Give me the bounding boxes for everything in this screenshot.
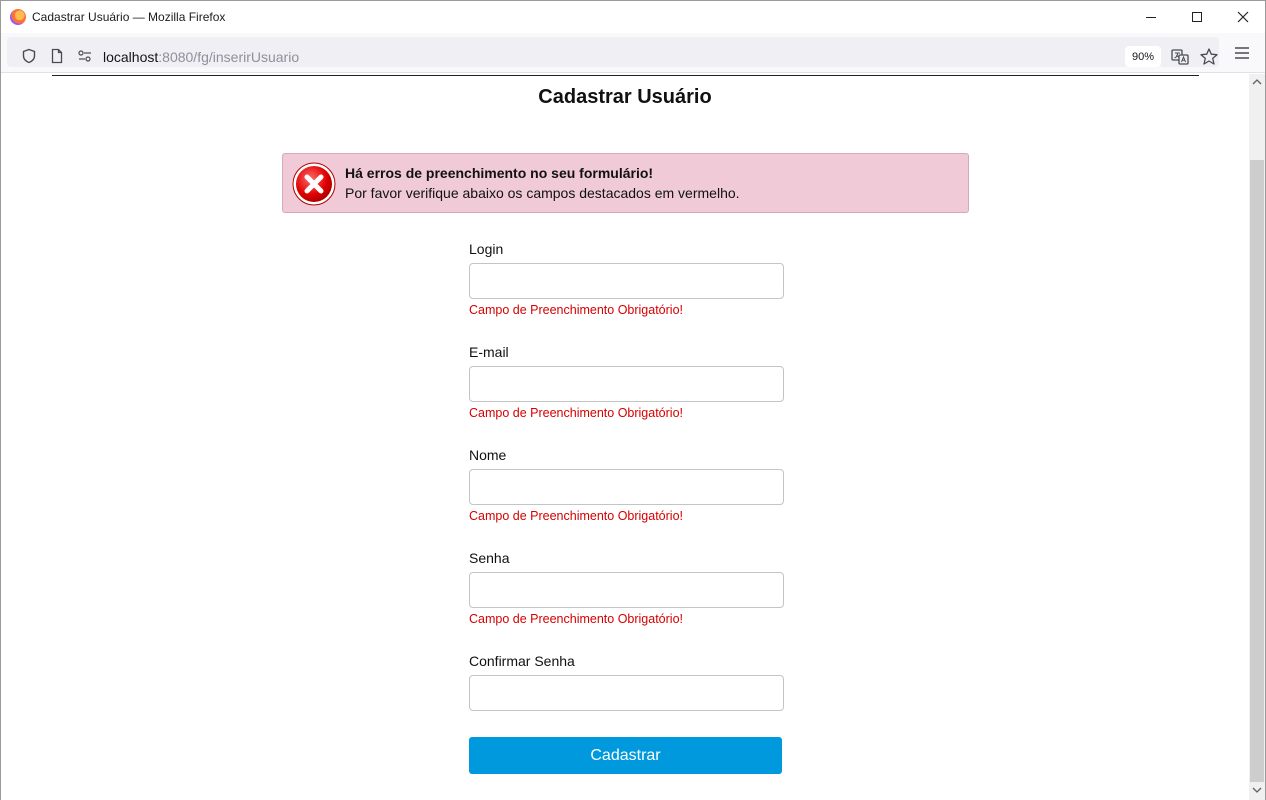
alert-message: Por favor verifique abaixo os campos des… (345, 185, 740, 201)
minimize-button[interactable] (1128, 1, 1174, 33)
maximize-button[interactable] (1174, 1, 1220, 33)
password-error: Campo de Preenchimento Obrigatório! (469, 612, 684, 626)
maximize-icon (1192, 12, 1202, 22)
password-field-group: Senha Campo de Preenchimento Obrigatório… (469, 550, 785, 627)
url-text[interactable]: localhost:8080/fg/inserirUsuario (103, 49, 299, 65)
error-alert: Há erros de preenchimento no seu formulá… (282, 153, 969, 213)
bookmark-star-icon[interactable] (1199, 47, 1219, 67)
login-field-group: Login Campo de Preenchimento Obrigatório… (469, 241, 785, 318)
email-field-group: E-mail Campo de Preenchimento Obrigatóri… (469, 344, 785, 421)
navigation-bar: localhost:8080/fg/inserirUsuario 90% (1, 33, 1265, 73)
close-button[interactable] (1220, 1, 1266, 33)
password-input[interactable] (469, 572, 784, 608)
scroll-up-arrow-icon[interactable] (1252, 77, 1262, 87)
firefox-logo-icon (10, 9, 26, 25)
minimize-icon (1146, 16, 1156, 18)
email-label: E-mail (469, 344, 509, 360)
vertical-scrollbar[interactable] (1249, 74, 1265, 800)
page-content: Cadastrar Usuário Há erros de preenchime… (1, 74, 1249, 800)
url-bar[interactable]: localhost:8080/fg/inserirUsuario 90% (7, 37, 1219, 67)
name-field-group: Nome Campo de Preenchimento Obrigatório! (469, 447, 785, 524)
email-input[interactable] (469, 366, 784, 402)
login-label: Login (469, 241, 504, 257)
name-input[interactable] (469, 469, 784, 505)
scrollbar-thumb[interactable] (1250, 160, 1264, 782)
login-input[interactable] (469, 263, 784, 299)
url-host: localhost (103, 49, 159, 65)
confirm-password-field-group: Confirmar Senha (469, 653, 785, 711)
window-title: Cadastrar Usuário — Mozilla Firefox (32, 10, 226, 24)
password-label: Senha (469, 550, 510, 566)
name-label: Nome (469, 447, 507, 463)
browser-window: Cadastrar Usuário — Mozilla Firefox loca… (0, 0, 1266, 800)
error-x-icon (292, 162, 336, 206)
translate-icon[interactable] (1170, 47, 1190, 67)
login-error: Campo de Preenchimento Obrigatório! (469, 303, 684, 317)
page-title: Cadastrar Usuário (538, 86, 712, 108)
title-bar: Cadastrar Usuário — Mozilla Firefox (1, 1, 1265, 33)
cadastrar-button[interactable]: Cadastrar (469, 737, 782, 774)
scroll-down-arrow-icon[interactable] (1252, 785, 1262, 795)
permissions-icon[interactable] (77, 48, 93, 64)
confirm-password-label: Confirmar Senha (469, 653, 575, 669)
zoom-level-badge[interactable]: 90% (1125, 46, 1161, 67)
name-error: Campo de Preenchimento Obrigatório! (469, 509, 684, 523)
shield-icon[interactable] (21, 48, 37, 64)
divider (52, 75, 1199, 76)
alert-title: Há erros de preenchimento no seu formulá… (345, 165, 654, 181)
close-icon (1237, 11, 1249, 23)
confirm-password-input[interactable] (469, 675, 784, 711)
page-info-icon[interactable] (49, 48, 65, 64)
hamburger-menu-icon[interactable] (1233, 43, 1251, 63)
url-path: :8080/fg/inserirUsuario (158, 49, 300, 65)
email-error: Campo de Preenchimento Obrigatório! (469, 406, 684, 420)
